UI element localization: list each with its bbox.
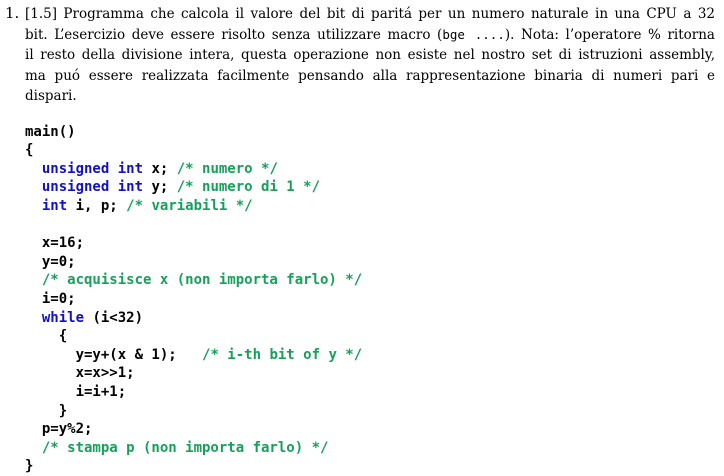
loop-stmt-2-text: x=x>>1; bbox=[75, 365, 135, 382]
code-line-loop-open: { bbox=[25, 327, 362, 346]
exercise-number: 1. bbox=[5, 4, 20, 22]
keyword-int: int bbox=[41, 197, 68, 214]
comment-numero-di-1: /* numero di 1 */ bbox=[176, 179, 321, 196]
code-line-assign-x: x=16; bbox=[25, 234, 362, 253]
code-line-loop-stmt-1: y=y+(x & 1); /* i-th bit of y */ bbox=[25, 346, 363, 365]
code-line-loop-close: } bbox=[25, 402, 362, 421]
keyword-while: while bbox=[41, 309, 85, 326]
document-page: 1. [1.5] Programma che calcola il valore… bbox=[0, 0, 724, 474]
comment-ith-bit: /* i-th bit of y */ bbox=[202, 346, 363, 363]
code-line-comment-acquisisce: /* acquisisce x (non importa farlo) */ bbox=[25, 271, 362, 290]
code-line-assign-y: y=0; bbox=[25, 253, 362, 272]
assign-x-text: x=16; bbox=[41, 235, 85, 252]
code-listing: main() { unsigned int x; /* numero */ uns… bbox=[25, 104, 362, 476]
assign-i-text: i=0; bbox=[41, 290, 76, 307]
assign-p-text: p=y%2; bbox=[41, 421, 93, 438]
code-line-decl-y: unsigned int y; /* numero di 1 */ bbox=[25, 178, 362, 197]
comment-numero: /* numero */ bbox=[176, 160, 278, 177]
code-line-decl-ip: int i, p; /* variabili */ bbox=[25, 197, 362, 216]
description-line-1: [1.5] Programma che calcola il valore de… bbox=[25, 6, 715, 22]
description-line-2-start: bit. L’esercizio deve essere risolto sen… bbox=[25, 26, 443, 43]
code-line-while: while (i<32) bbox=[25, 309, 362, 328]
code-line-comment-stampa: /* stampa p (non importa farlo) */ bbox=[25, 439, 362, 458]
loop-stmt-1-text: y=y+(x & 1); bbox=[75, 346, 203, 363]
code-line-close-brace: } bbox=[25, 458, 34, 475]
while-condition: (i<32) bbox=[84, 309, 144, 326]
decl-ip-text: i, p; bbox=[67, 197, 127, 214]
comment-acquisisce: /* acquisisce x (non importa farlo) */ bbox=[41, 272, 363, 289]
code-line-open-brace: { bbox=[25, 142, 34, 159]
code-line-main: main() bbox=[25, 123, 76, 140]
loop-close-brace: } bbox=[58, 402, 68, 419]
keyword-unsigned-int: unsigned int bbox=[41, 160, 144, 177]
code-line-decl-x: unsigned int x; /* numero */ bbox=[25, 160, 362, 179]
code-line-assign-i: i=0; bbox=[25, 290, 362, 309]
inline-code-bge: bge .... bbox=[442, 26, 505, 42]
code-line-assign-p: p=y%2; bbox=[25, 420, 362, 439]
decl-x-text: x; bbox=[143, 160, 177, 177]
loop-stmt-3-text: i=i+1; bbox=[75, 383, 127, 400]
loop-open-brace: { bbox=[58, 328, 68, 345]
code-line-loop-stmt-3: i=i+1; bbox=[25, 383, 362, 402]
description-line-2-end: ). Nota: l’operatore % ritorna bbox=[504, 26, 715, 43]
description-line-3: il resto della divisione intera, questa … bbox=[25, 47, 715, 63]
decl-y-text: y; bbox=[143, 179, 177, 196]
exercise-description: [1.5] Programma che calcola il valore de… bbox=[25, 4, 715, 107]
assign-y-text: y=0; bbox=[41, 253, 76, 270]
comment-stampa: /* stampa p (non importa farlo) */ bbox=[41, 439, 329, 456]
description-line-4: ma puó essere realizzata facilmente pens… bbox=[25, 67, 715, 84]
keyword-unsigned-int: unsigned int bbox=[41, 179, 144, 196]
comment-variabili: /* variabili */ bbox=[126, 197, 253, 214]
code-line-loop-stmt-2: x=x>>1; bbox=[25, 364, 362, 383]
description-line-2: bit. L’esercizio deve essere risolto sen… bbox=[25, 25, 715, 46]
